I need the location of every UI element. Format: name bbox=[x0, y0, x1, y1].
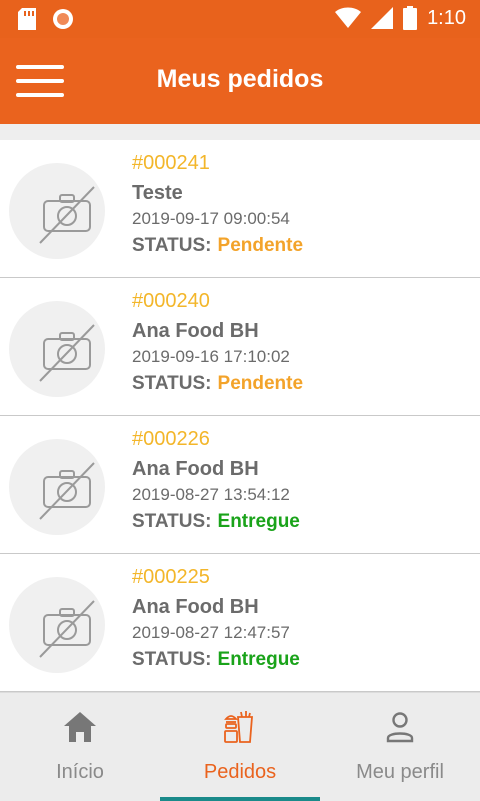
battery-icon bbox=[403, 6, 418, 30]
no-photo-icon bbox=[39, 462, 95, 520]
image-placeholder bbox=[9, 439, 105, 535]
image-placeholder bbox=[9, 301, 105, 397]
image-placeholder bbox=[9, 577, 105, 673]
order-status: STATUS: Entregue bbox=[132, 511, 300, 533]
page-title: Meus pedidos bbox=[156, 65, 324, 93]
store-name: Ana Food BH bbox=[132, 596, 259, 618]
order-datetime: 2019-09-17 09:00:54 bbox=[132, 209, 290, 228]
order-code: #000241 bbox=[132, 152, 210, 174]
food-orders-icon bbox=[224, 711, 253, 743]
store-name: Teste bbox=[132, 182, 183, 204]
status-bar: 1:10 bbox=[0, 0, 480, 38]
order-card[interactable]: #000225 Ana Food BH 2019-08-27 12:47:57 … bbox=[0, 554, 480, 692]
order-code: #000225 bbox=[132, 566, 210, 588]
app-bar: Meus pedidos bbox=[0, 38, 480, 124]
nav-label: Início bbox=[56, 761, 104, 783]
status-label: STATUS: bbox=[132, 649, 212, 670]
order-card[interactable]: #000241 Teste 2019-09-17 09:00:54 STATUS… bbox=[0, 140, 480, 278]
clock: 1:10 bbox=[427, 6, 466, 29]
order-status: STATUS: Pendente bbox=[132, 235, 303, 257]
home-icon bbox=[64, 712, 96, 742]
store-name: Ana Food BH bbox=[132, 320, 259, 342]
status-value: Entregue bbox=[217, 511, 300, 532]
order-datetime: 2019-08-27 12:47:57 bbox=[132, 623, 290, 642]
order-card[interactable]: #000240 Ana Food BH 2019-09-16 17:10:02 … bbox=[0, 278, 480, 416]
nav-tab-inicio[interactable]: Início bbox=[0, 693, 160, 801]
status-value: Pendente bbox=[217, 235, 304, 256]
order-datetime: 2019-09-16 17:10:02 bbox=[132, 347, 290, 366]
order-code: #000240 bbox=[132, 290, 210, 312]
wifi-icon bbox=[335, 7, 362, 28]
image-placeholder bbox=[9, 163, 105, 259]
status-value: Entregue bbox=[217, 649, 300, 670]
status-label: STATUS: bbox=[132, 235, 212, 256]
nav-tab-meu-perfil[interactable]: Meu perfil bbox=[320, 693, 480, 801]
sd-card-icon bbox=[18, 8, 36, 30]
nav-tab-pedidos[interactable]: Pedidos bbox=[160, 693, 320, 801]
store-name: Ana Food BH bbox=[132, 458, 259, 480]
order-status: STATUS: Entregue bbox=[132, 649, 300, 671]
order-status: STATUS: Pendente bbox=[132, 373, 303, 395]
nav-label: Meu perfil bbox=[356, 761, 444, 783]
nav-label: Pedidos bbox=[203, 761, 277, 783]
status-value: Pendente bbox=[217, 373, 304, 394]
signal-icon bbox=[371, 7, 394, 29]
status-label: STATUS: bbox=[132, 511, 212, 532]
no-photo-icon bbox=[39, 324, 95, 382]
bottom-navigation: Início Pedidos Meu perfil bbox=[0, 692, 480, 801]
order-code: #000226 bbox=[132, 428, 210, 450]
no-photo-icon bbox=[39, 186, 95, 244]
no-photo-icon bbox=[39, 600, 95, 658]
order-card[interactable]: #000226 Ana Food BH 2019-08-27 13:54:12 … bbox=[0, 416, 480, 554]
orders-list[interactable]: #000241 Teste 2019-09-17 09:00:54 STATUS… bbox=[0, 124, 480, 692]
active-tab-indicator bbox=[160, 797, 320, 801]
profile-icon bbox=[386, 712, 414, 743]
record-icon bbox=[53, 9, 73, 29]
status-label: STATUS: bbox=[132, 373, 212, 394]
order-datetime: 2019-08-27 13:54:12 bbox=[132, 485, 290, 504]
